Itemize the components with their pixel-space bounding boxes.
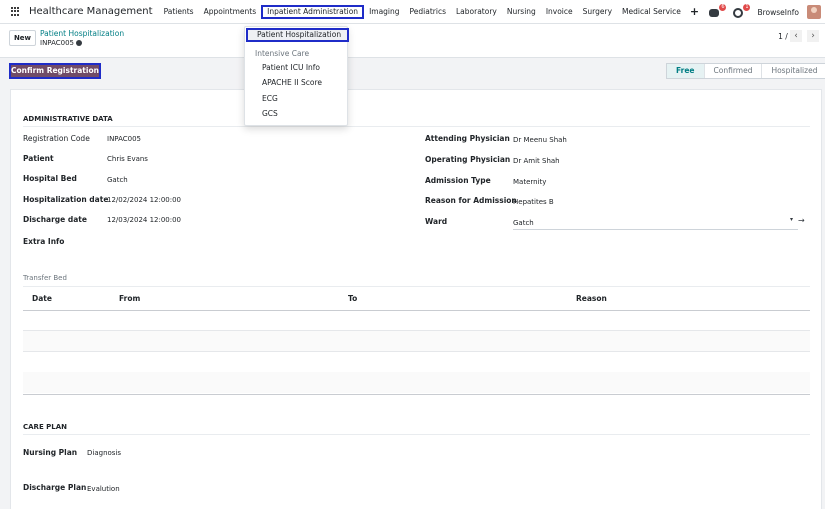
statusbar: Free Confirmed Hospitalized: [666, 63, 825, 79]
ward-input-underline: [513, 229, 798, 230]
column-header-to[interactable]: To: [348, 294, 357, 303]
menu-item-laboratory[interactable]: Laboratory: [451, 5, 502, 19]
chevron-left-icon: ‹: [794, 31, 798, 41]
label-attending-physician: Attending Physician: [425, 134, 510, 143]
app-title[interactable]: Healthcare Management: [29, 6, 153, 17]
menu-item-nursing[interactable]: Nursing: [502, 5, 541, 19]
field-hospitalization-date[interactable]: 12/02/2024 12:00:00: [107, 196, 181, 204]
label-patient: Patient: [23, 154, 54, 163]
table-bottom-divider: [23, 394, 810, 395]
label-discharge-plan: Discharge Plan: [23, 483, 87, 492]
menu-item-appointments[interactable]: Appointments: [199, 5, 262, 19]
chat-badge: 6: [719, 4, 727, 11]
control-panel: New Patient Hospitalization INPAC005 1 /…: [0, 24, 825, 58]
dropdown-item-ecg[interactable]: ECG: [262, 94, 278, 103]
field-admission-type[interactable]: Maternity: [513, 178, 546, 186]
menu-item-inpatient-administration[interactable]: Inpatient Administration: [261, 4, 365, 19]
form-sheet: ADMINISTRATIVE DATA Registration Code IN…: [10, 89, 822, 509]
value-registration-code: INPAC005: [107, 135, 141, 143]
status-row: Confirm Registration Free Confirmed Hosp…: [0, 59, 825, 87]
breadcrumb[interactable]: Patient Hospitalization: [40, 29, 124, 38]
column-header-from[interactable]: From: [119, 294, 140, 303]
column-header-reason[interactable]: Reason: [576, 294, 607, 303]
label-nursing-plan: Nursing Plan: [23, 448, 78, 457]
activity-badge: 1: [743, 4, 751, 11]
activity-button[interactable]: 1: [733, 4, 751, 18]
inpatient-administration-dropdown: Patient Hospitalization Intensive Care P…: [244, 26, 349, 126]
menu-item-pediatrics[interactable]: Pediatrics: [405, 5, 451, 19]
dropdown-item-gcs[interactable]: GCS: [262, 109, 278, 118]
record-name: INPAC005: [40, 39, 82, 47]
user-avatar[interactable]: [807, 5, 821, 19]
menu-item-surgery[interactable]: Surgery: [578, 5, 617, 19]
record-name-text: INPAC005: [40, 39, 74, 47]
menu-plus-icon[interactable]: +: [686, 5, 703, 19]
internal-link-arrow-icon[interactable]: →: [798, 216, 805, 225]
navbar-right: 6 1 BrowseInfo: [709, 0, 825, 24]
table-row: [23, 351, 810, 352]
field-discharge-date[interactable]: 12/03/2024 12:00:00: [107, 216, 181, 224]
label-ward: Ward: [425, 217, 448, 226]
section-title-administrative: ADMINISTRATIVE DATA: [23, 115, 113, 123]
label-hospital-bed: Hospital Bed: [23, 174, 77, 183]
section-title-care-plan: CARE PLAN: [23, 423, 68, 431]
stage-free[interactable]: Free: [667, 64, 704, 78]
gear-icon[interactable]: [76, 40, 82, 46]
apps-grid-icon[interactable]: [11, 6, 21, 17]
label-operating-physician: Operating Physician: [425, 155, 511, 164]
chat-button[interactable]: 6: [709, 4, 727, 18]
label-hospitalization-date: Hospitalization date: [23, 195, 109, 204]
table-header-divider: [23, 310, 810, 311]
confirm-registration-button[interactable]: Confirm Registration: [9, 63, 101, 79]
field-reason-for-admission[interactable]: Hepatites B: [513, 198, 554, 206]
care-plan-divider: [23, 434, 810, 435]
chevron-right-icon: ›: [811, 31, 815, 41]
new-button[interactable]: New: [9, 30, 36, 46]
dropdown-section-intensive-care: Intensive Care: [255, 49, 310, 58]
table-row: [23, 331, 810, 351]
top-navbar: Healthcare Management Patients Appointme…: [0, 0, 825, 24]
field-operating-physician[interactable]: Dr Amit Shah: [513, 157, 560, 165]
chat-icon: [709, 9, 720, 17]
clock-icon: [733, 8, 744, 18]
field-discharge-plan[interactable]: Evalution: [87, 485, 120, 493]
column-header-date[interactable]: Date: [32, 294, 52, 303]
field-patient[interactable]: Chris Evans: [107, 155, 148, 163]
main-menu: Patients Appointments Inpatient Administ…: [159, 0, 704, 24]
label-registration-code: Registration Code: [23, 134, 90, 143]
label-admission-type: Admission Type: [425, 176, 491, 185]
section-divider: [23, 126, 810, 127]
field-ward[interactable]: Gatch: [513, 219, 534, 227]
transfer-divider: [23, 286, 810, 287]
menu-item-patients[interactable]: Patients: [159, 5, 199, 19]
menu-item-imaging[interactable]: Imaging: [364, 5, 404, 19]
label-reason-for-admission: Reason for Admission: [425, 196, 517, 205]
table-row: [23, 372, 810, 393]
dropdown-caret-icon[interactable]: ▾: [790, 216, 793, 223]
dropdown-item-patient-icu-info[interactable]: Patient ICU Info: [262, 63, 320, 72]
field-attending-physician[interactable]: Dr Meenu Shah: [513, 136, 567, 144]
dropdown-item-apache-ii-score[interactable]: APACHE II Score: [262, 78, 322, 87]
label-extra-info: Extra Info: [23, 237, 65, 246]
field-nursing-plan[interactable]: Diagnosis: [87, 449, 121, 457]
transfer-bed-title: Transfer Bed: [23, 274, 67, 282]
company-switcher[interactable]: BrowseInfo: [757, 8, 799, 17]
pager-next-button[interactable]: ›: [807, 30, 819, 42]
label-discharge-date: Discharge date: [23, 215, 87, 224]
stage-hospitalized[interactable]: Hospitalized: [761, 64, 825, 78]
menu-item-medical-service[interactable]: Medical Service: [617, 5, 686, 19]
pager-prev-button[interactable]: ‹: [790, 30, 802, 42]
field-hospital-bed[interactable]: Gatch: [107, 176, 128, 184]
menu-item-invoice[interactable]: Invoice: [541, 5, 578, 19]
dropdown-item-patient-hospitalization[interactable]: Patient Hospitalization: [246, 28, 349, 42]
stage-confirmed[interactable]: Confirmed: [703, 64, 762, 78]
